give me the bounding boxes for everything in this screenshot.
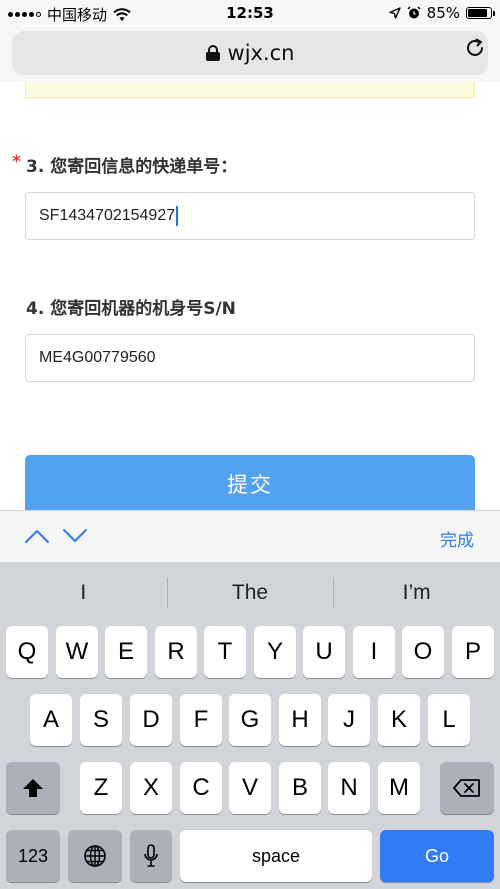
battery-icon	[466, 7, 495, 19]
status-right: 85%	[388, 4, 495, 22]
done-button[interactable]: 完成	[440, 526, 474, 551]
status-bar: 中国移动 12:53 85%	[0, 0, 500, 26]
key-a[interactable]: A	[30, 694, 72, 746]
delete-key[interactable]	[440, 762, 494, 814]
suggestion-item[interactable]: I	[0, 562, 167, 624]
suggestion-item[interactable]: The	[166, 562, 334, 624]
serial-number-input[interactable]: ME4G00779560	[25, 334, 475, 382]
address-bar[interactable]: wjx.cn	[12, 31, 488, 75]
key-i[interactable]: I	[353, 626, 395, 678]
location-arrow-icon	[388, 7, 401, 19]
key-j[interactable]: J	[328, 694, 370, 746]
key-w[interactable]: W	[56, 626, 98, 678]
key-l[interactable]: L	[428, 694, 470, 746]
submit-button[interactable]: 提交	[25, 455, 475, 510]
chevron-down-icon[interactable]	[62, 527, 88, 545]
key-g[interactable]: G	[229, 694, 271, 746]
shift-icon	[23, 779, 43, 797]
tracking-number-input[interactable]: SF1434702154927	[25, 192, 475, 240]
key-f[interactable]: F	[180, 694, 222, 746]
globe-icon	[84, 845, 106, 867]
battery-fill	[468, 9, 487, 17]
suggestion-item[interactable]: I’m	[333, 562, 500, 624]
go-key[interactable]: Go	[380, 830, 494, 882]
key-s[interactable]: S	[80, 694, 122, 746]
dictation-key[interactable]	[130, 830, 172, 882]
lock-icon	[205, 45, 220, 61]
key-p[interactable]: P	[452, 626, 494, 678]
browser-toolbar: wjx.cn	[0, 26, 500, 82]
globe-key[interactable]	[68, 830, 122, 882]
shift-key[interactable]	[6, 762, 60, 814]
alarm-clock-icon	[407, 6, 421, 19]
key-z[interactable]: Z	[80, 762, 122, 814]
chevron-up-icon[interactable]	[24, 527, 50, 545]
key-y[interactable]: Y	[254, 626, 296, 678]
microphone-icon	[144, 844, 158, 867]
survey-page: * 3. 您寄回信息的快递单号： SF1434702154927 4. 您寄回机…	[0, 82, 500, 510]
text-caret	[176, 206, 179, 226]
key-h[interactable]: H	[279, 694, 321, 746]
required-mark: *	[12, 152, 21, 172]
keyboard: I The I’m Q W E R T Y U I O P A S D F G …	[0, 562, 500, 889]
battery-percent: 85%	[426, 4, 460, 22]
key-o[interactable]: O	[402, 626, 444, 678]
key-q[interactable]: Q	[6, 626, 48, 678]
space-key[interactable]: space	[180, 830, 372, 882]
key-u[interactable]: U	[303, 626, 345, 678]
backspace-icon	[453, 779, 480, 797]
key-v[interactable]: V	[229, 762, 271, 814]
reload-icon[interactable]	[464, 37, 486, 59]
suggestion-bar: I The I’m	[0, 562, 500, 624]
url-text: wjx.cn	[227, 41, 295, 65]
key-m[interactable]: M	[378, 762, 420, 814]
notice-box	[25, 82, 475, 98]
key-b[interactable]: B	[279, 762, 321, 814]
question-3-title: 3. 您寄回信息的快递单号：	[26, 157, 238, 177]
question-4-title: 4. 您寄回机器的机身号S/N	[26, 299, 236, 319]
key-r[interactable]: R	[155, 626, 197, 678]
key-d[interactable]: D	[130, 694, 172, 746]
key-k[interactable]: K	[378, 694, 420, 746]
serial-number-value: ME4G00779560	[39, 349, 156, 366]
key-t[interactable]: T	[204, 626, 246, 678]
key-n[interactable]: N	[328, 762, 370, 814]
key-c[interactable]: C	[180, 762, 222, 814]
key-x[interactable]: X	[130, 762, 172, 814]
form-assistant-bar: 完成	[0, 510, 500, 562]
numbers-key[interactable]: 123	[6, 830, 60, 882]
key-e[interactable]: E	[105, 626, 147, 678]
tracking-number-value: SF1434702154927	[39, 207, 176, 224]
